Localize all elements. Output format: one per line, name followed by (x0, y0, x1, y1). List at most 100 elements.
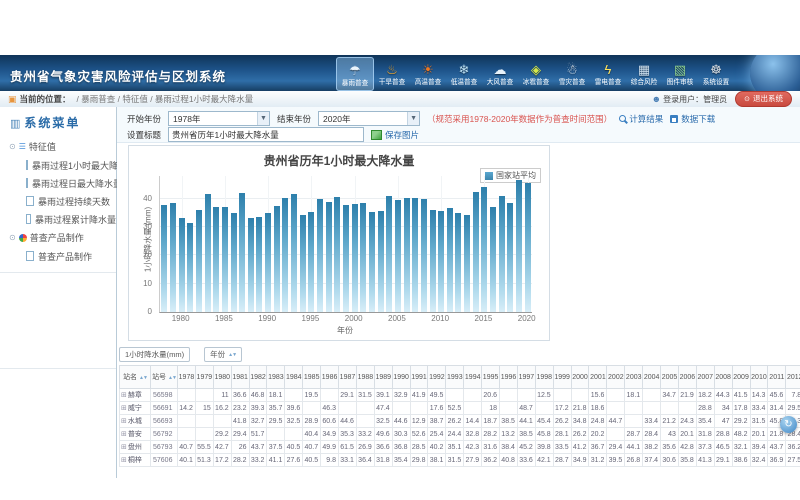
expand-row-icon[interactable]: ⊞ (121, 431, 127, 438)
value-cell: 18 (482, 402, 500, 415)
col-header-year: 1986 (321, 366, 339, 389)
expand-row-icon[interactable]: ⊞ (121, 392, 127, 399)
nav-item-rainstorm-census[interactable]: ☂暴雨普查 (336, 57, 374, 91)
value-cell: 38.5 (517, 428, 535, 441)
value-cell: 44.1 (517, 415, 535, 428)
nav-item-low-temp-census[interactable]: ❄低温普查 (446, 57, 482, 89)
value-cell: 15 (195, 402, 213, 415)
nav-item-label: 干旱普查 (379, 78, 406, 88)
value-cell (625, 402, 643, 415)
value-cell: 48.7 (517, 402, 535, 415)
value-filter-chip[interactable]: 1小时降水量(mm) (119, 347, 190, 362)
value-cell: 33.4 (750, 402, 768, 415)
chevron-down-icon: ▼ (257, 112, 269, 125)
power-icon: ⊙ (744, 95, 750, 103)
value-cell: 28.5 (410, 441, 428, 454)
bar-2002 (369, 212, 375, 312)
range-note: （规范采用1978-2020年数据作为普查时间范围） (427, 113, 612, 125)
value-cell: 43.7 (768, 441, 786, 454)
col-header-year: 1979 (195, 366, 213, 389)
value-cell (500, 389, 518, 402)
chart-title-input[interactable] (168, 127, 364, 142)
value-cell: 36.7 (589, 441, 607, 454)
station-id-cell: 56793 (151, 441, 178, 454)
sidebar-item-label: 普查产品制作 (38, 250, 92, 263)
bar-2009 (430, 210, 436, 312)
value-cell: 33.1 (339, 454, 357, 467)
table-row: ⊞普安5679229.229.451.740.434.935.333.249.6… (120, 428, 800, 441)
bar-1980 (179, 218, 185, 312)
expand-row-icon[interactable]: ⊞ (121, 457, 127, 464)
value-cell: 51.3 (195, 454, 213, 467)
calculate-button[interactable]: 计算结果 (619, 113, 663, 125)
value-cell (643, 389, 661, 402)
sidebar-item[interactable]: 暴雨过程累计降水量 (0, 210, 116, 228)
col-header-station-name[interactable]: 站名 ▲▼ (120, 366, 151, 389)
chart-xaxis: 198019851990199520002005201020152020 (159, 313, 531, 324)
expand-row-icon[interactable]: ⊞ (121, 418, 127, 425)
nav-item-gale-census[interactable]: ☁大风普查 (482, 57, 518, 89)
sidebar-group-feature-values[interactable]: ⊙☰特征值 (0, 137, 116, 156)
value-cell: 19.5 (303, 389, 321, 402)
download-button[interactable]: 数据下载 (670, 113, 715, 125)
value-cell: 33.2 (249, 454, 267, 467)
high-temp-census-icon: ☀ (422, 61, 434, 78)
nav-item-hail-census[interactable]: ◈冰雹普查 (518, 57, 554, 89)
value-cell: 28.4 (643, 428, 661, 441)
nav-item-high-temp-census[interactable]: ☀高温普查 (410, 57, 446, 89)
value-cell (195, 428, 213, 441)
year-sort-chip[interactable]: 年份▲▼ (204, 347, 242, 362)
value-cell: 18.1 (625, 389, 643, 402)
col-header-year: 1991 (410, 366, 428, 389)
bar-2019 (516, 180, 522, 312)
start-year-select[interactable]: 1978年▼ (168, 111, 270, 126)
sidebar-item[interactable]: 暴雨过程1小时最大降水量 (0, 156, 116, 174)
nav-item-snow-census[interactable]: ☃雪灾普查 (554, 57, 590, 89)
sidebar-item[interactable]: 普查产品制作 (0, 247, 116, 265)
col-header-year: 1993 (446, 366, 464, 389)
sidebar-group-census-products[interactable]: ⊙普查产品制作 (0, 228, 116, 247)
value-cell: 29.4 (607, 441, 625, 454)
sidebar-item[interactable]: 暴雨过程持续天数 (0, 192, 116, 210)
value-cell (571, 389, 589, 402)
value-cell: 40.4 (303, 428, 321, 441)
expand-row-icon[interactable]: ⊞ (121, 405, 127, 412)
bar-1994 (300, 215, 306, 312)
refresh-button[interactable]: ↻ (780, 416, 797, 433)
value-cell: 34.7 (661, 389, 679, 402)
y-tick-label: 30 (143, 222, 152, 231)
table-row: ⊞盘州5679340.755.542.72643.737.540.540.749… (120, 441, 800, 454)
sidebar-item[interactable]: 暴雨过程日最大降水量 (0, 174, 116, 192)
nav-item-label: 系统设置 (703, 78, 730, 88)
value-cell (285, 389, 303, 402)
col-header-year: 2004 (643, 366, 661, 389)
bar-2008 (421, 199, 427, 312)
value-cell: 41.9 (410, 389, 428, 402)
value-cell: 40.7 (303, 441, 321, 454)
search-icon (619, 115, 626, 122)
col-header-station-id[interactable]: 站号 ▲▼ (151, 366, 178, 389)
logout-button[interactable]: ⊙退出系统 (735, 91, 792, 107)
value-cell: 32.1 (732, 441, 750, 454)
value-cell: 32.5 (374, 415, 392, 428)
value-cell: 32.5 (285, 415, 303, 428)
table-filterbar: 1小时降水量(mm) 年份▲▼ (117, 344, 800, 365)
station-id-cell: 56693 (151, 415, 178, 428)
end-year-select[interactable]: 2020年▼ (318, 111, 420, 126)
value-cell: 43 (661, 428, 679, 441)
value-cell: 31.5 (446, 454, 464, 467)
col-header-year: 2008 (714, 366, 732, 389)
value-cell: 20.2 (589, 428, 607, 441)
save-image-button[interactable]: 保存图片 (371, 129, 419, 141)
menu-icon: ▥ (10, 118, 20, 130)
nav-item-lightning-census[interactable]: ϟ雷电普查 (590, 57, 626, 89)
nav-item-comprehensive-risk[interactable]: ▦综合风险 (626, 57, 662, 89)
bar-1991 (274, 206, 280, 312)
col-header-year: 2009 (732, 366, 750, 389)
nav-item-map-review[interactable]: ▧图件审核 (662, 57, 698, 89)
nav-item-drought-census[interactable]: ♨干旱普查 (374, 57, 410, 89)
station-name-cell: ⊞普安 (120, 428, 151, 441)
value-cell: 28.7 (553, 454, 571, 467)
nav-item-system-settings[interactable]: ☸系统设置 (698, 57, 734, 89)
expand-row-icon[interactable]: ⊞ (121, 444, 127, 451)
